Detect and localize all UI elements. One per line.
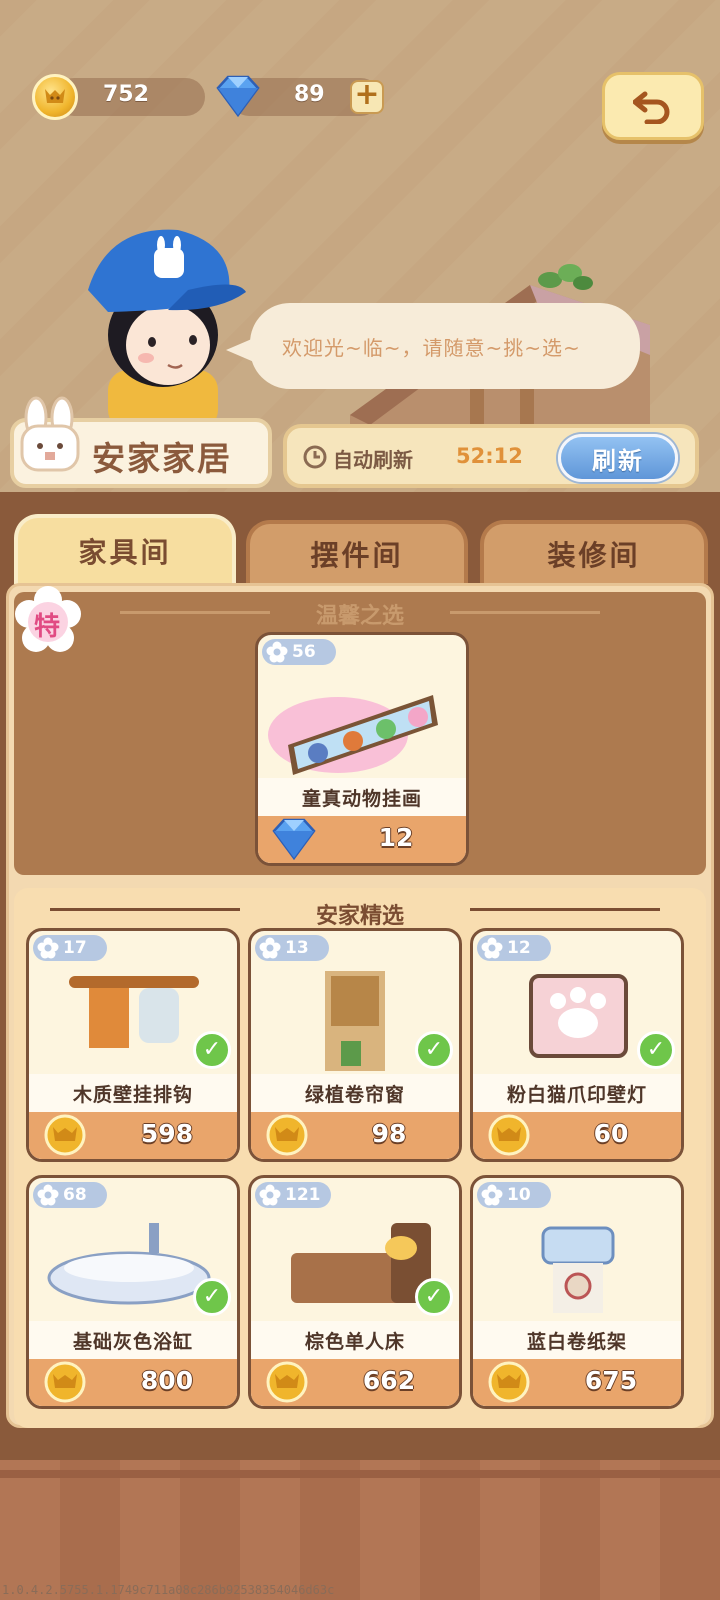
check-icon: ✓ [193, 1278, 231, 1316]
gem-icon [272, 818, 316, 861]
item-name: 蓝白卷纸架 [473, 1321, 681, 1359]
flower-icon [37, 937, 59, 959]
flower-icon [259, 937, 281, 959]
flower-icon [259, 1184, 281, 1206]
flower-icon [37, 1184, 59, 1206]
stock-count: 56 [292, 642, 316, 662]
floor-trim [0, 1470, 720, 1478]
item-name: 粉白猫爪印壁灯 [473, 1074, 681, 1112]
flower-icon [266, 641, 288, 663]
clock-icon [303, 445, 327, 469]
special-badge-text: 特 [34, 612, 61, 642]
coin-icon [266, 1361, 308, 1403]
animal-painting-illustration [268, 695, 438, 775]
item-card[interactable]: 121 ✓ 棕色单人床 662 [248, 1175, 462, 1409]
item-price: 60 [593, 1119, 629, 1148]
item-card[interactable]: 12 ✓ 粉白猫爪印壁灯 60 [470, 928, 684, 1162]
item-name: 基础灰色浴缸 [29, 1321, 237, 1359]
stock-count: 68 [63, 1185, 87, 1205]
coin-icon [44, 1361, 86, 1403]
back-arrow-icon [633, 91, 670, 124]
coin-icon [488, 1361, 530, 1403]
tab-furniture[interactable]: 家具间 [14, 514, 236, 584]
coin-icon [488, 1114, 530, 1156]
gem-amount: 89 [294, 82, 325, 107]
stock-badge: 13 [255, 935, 329, 961]
tab-decorations[interactable]: 摆件间 [246, 520, 468, 584]
shop-name: 安家家居 [92, 439, 232, 478]
speech-bubble: 欢迎光~临~，请随意~挑~选~ [250, 303, 640, 389]
check-icon: ✓ [637, 1031, 675, 1069]
stock-count: 10 [507, 1185, 531, 1205]
tab-renovation[interactable]: 装修间 [480, 520, 708, 584]
item-card[interactable]: 13 ✓ 绿植卷帘窗 98 [248, 928, 462, 1162]
coin-icon [32, 74, 78, 120]
item-price: 675 [584, 1366, 638, 1395]
item-name: 绿植卷帘窗 [251, 1074, 459, 1112]
check-icon: ✓ [193, 1031, 231, 1069]
stock-count: 13 [285, 938, 309, 958]
coin-icon [266, 1114, 308, 1156]
flower-icon [481, 937, 503, 959]
item-price: 598 [140, 1119, 194, 1148]
version-string: 1.0.4.2.5755.1.1749c711a08c286b925383540… [2, 1583, 335, 1597]
stock-badge: 56 [262, 639, 336, 665]
check-icon: ✓ [415, 1278, 453, 1316]
floor-decoration [0, 1460, 720, 1600]
auto-refresh-label: 自动刷新 [333, 448, 413, 472]
item-card[interactable]: 68 ✓ 基础灰色浴缸 800 [26, 1175, 240, 1409]
refresh-button[interactable]: 刷新 [558, 434, 678, 482]
item-name: 棕色单人床 [251, 1321, 459, 1359]
plus-icon: + [354, 77, 380, 112]
stock-badge: 68 [33, 1182, 107, 1208]
stock-count: 12 [507, 938, 531, 958]
special-section-title: 温馨之选 [315, 604, 404, 629]
coin-amount: 752 [103, 82, 149, 107]
check-icon: ✓ [415, 1031, 453, 1069]
stock-badge: 12 [477, 935, 551, 961]
item-card[interactable]: 17 ✓ 木质壁挂排钩 598 [26, 928, 240, 1162]
gem-icon [216, 75, 260, 118]
stock-count: 17 [63, 938, 87, 958]
refresh-timer: 52:12 [456, 444, 523, 468]
item-price: 12 [378, 823, 414, 852]
item-name: 木质壁挂排钩 [29, 1074, 237, 1112]
item-price: 98 [371, 1119, 407, 1148]
bunny-icon [20, 396, 80, 472]
shopkeeper-character [88, 229, 246, 420]
item-price: 662 [362, 1366, 416, 1395]
back-button[interactable] [602, 72, 704, 140]
stock-badge: 17 [33, 935, 107, 961]
main-section-title: 安家精选 [315, 904, 404, 929]
plant-decoration [538, 264, 593, 290]
coin-icon [44, 1114, 86, 1156]
flower-icon [481, 1184, 503, 1206]
special-item-card[interactable]: 56 童真动物挂画 12 [255, 632, 469, 866]
stock-badge: 10 [477, 1182, 551, 1208]
stock-count: 121 [285, 1185, 321, 1205]
item-price: 800 [140, 1366, 194, 1395]
item-illustration [541, 1226, 615, 1313]
item-name: 童真动物挂画 [258, 778, 466, 816]
item-card[interactable]: 10 蓝白卷纸架 675 [470, 1175, 684, 1409]
stock-badge: 121 [255, 1182, 331, 1208]
add-gems-button[interactable]: + [350, 80, 384, 114]
